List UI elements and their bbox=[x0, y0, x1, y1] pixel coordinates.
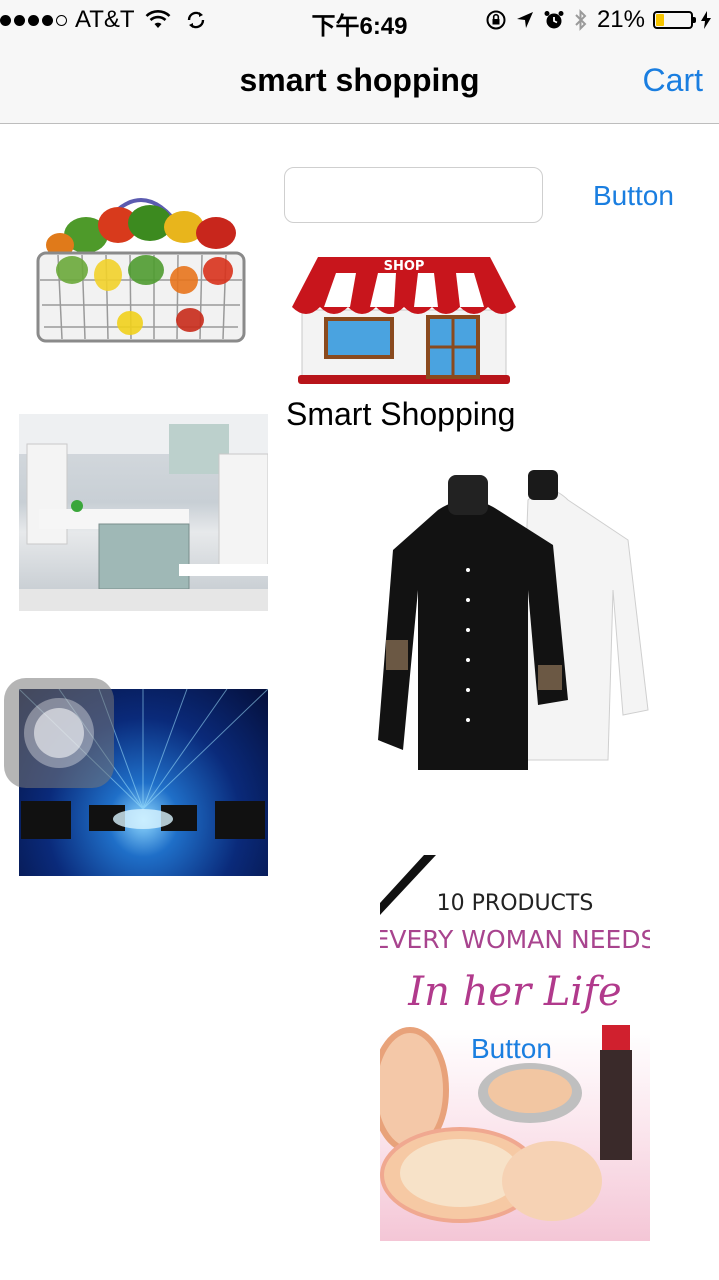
grocery-basket-image[interactable] bbox=[30, 175, 252, 347]
status-bar: AT&T 下午6:49 21% bbox=[0, 0, 719, 40]
navigation-bar: smart shopping Cart bbox=[0, 40, 719, 124]
ad-button[interactable]: Button bbox=[471, 1033, 552, 1065]
top-button[interactable]: Button bbox=[593, 180, 674, 212]
battery-icon bbox=[653, 11, 696, 29]
store-label: Smart Shopping bbox=[286, 396, 516, 432]
rotation-lock-icon bbox=[486, 10, 506, 30]
battery-percent: 21% bbox=[596, 6, 645, 33]
alarm-icon bbox=[544, 11, 564, 29]
status-right: 21% bbox=[485, 6, 711, 34]
ad-line3: In her Life bbox=[407, 969, 621, 1015]
ad-line1: 10 PRODUCTS bbox=[437, 891, 594, 916]
shop-sign-text: SHOP bbox=[384, 259, 425, 274]
shirts-image[interactable] bbox=[378, 470, 650, 780]
cart-button[interactable]: Cart bbox=[643, 62, 703, 99]
charging-icon bbox=[701, 11, 711, 29]
kitchen-image[interactable] bbox=[19, 414, 268, 611]
page-title: smart shopping bbox=[239, 62, 480, 98]
shop-storefront-image[interactable]: SHOP bbox=[284, 255, 524, 387]
location-icon bbox=[516, 12, 533, 28]
assistive-touch-button[interactable] bbox=[4, 678, 114, 788]
search-input[interactable] bbox=[284, 167, 543, 223]
ad-line2: EVERY WOMAN NEEDS bbox=[380, 925, 650, 954]
bluetooth-icon bbox=[575, 9, 587, 31]
